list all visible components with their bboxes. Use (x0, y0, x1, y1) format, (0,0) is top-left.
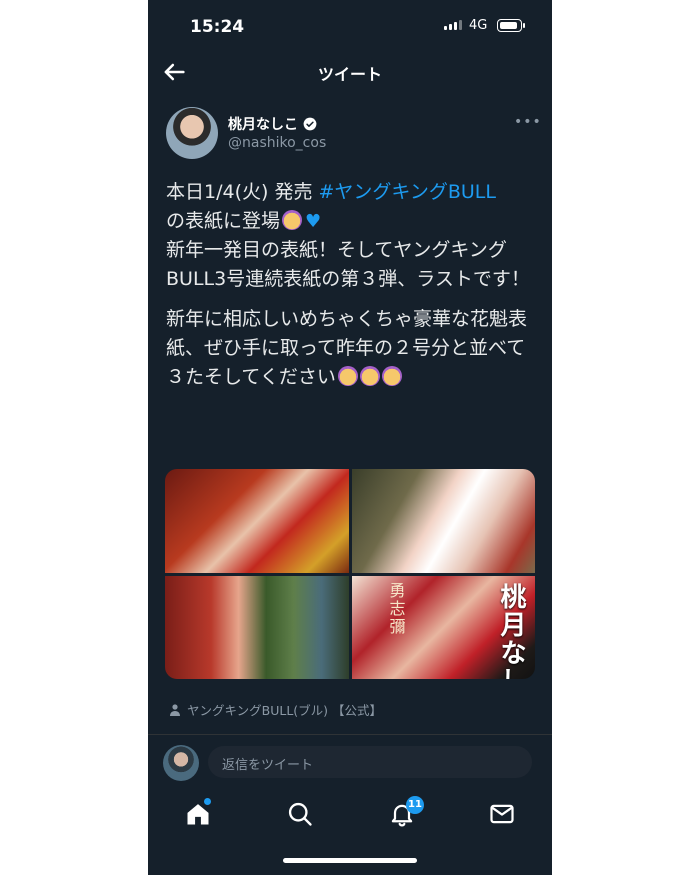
cover-side-text: 勇志彌 (389, 580, 406, 636)
author-name[interactable]: 桃月なしこ (228, 114, 298, 134)
media-source[interactable]: ヤングキングBULL(ブル) 【公式】 (170, 700, 382, 719)
mail-icon[interactable] (488, 800, 516, 828)
reply-placeholder: 返信をツイート (222, 758, 314, 773)
verified-icon (303, 117, 317, 131)
tweet-paragraph-2: 新年に相応しいめちゃくちゃ豪華な花魁表紙、ぜひ手に取って昨年の２号分と並べて３た… (166, 305, 536, 392)
search-icon[interactable] (286, 800, 314, 828)
status-time: 15:24 (190, 17, 245, 37)
home-new-dot (204, 798, 211, 805)
tweet-text-cover: の表紙に登場 (166, 210, 281, 232)
raising-hand-emoji-icon (282, 210, 303, 230)
more-options-icon[interactable]: ••• (514, 114, 542, 130)
bottom-tab-bar: 11 (148, 790, 552, 840)
princess-emoji-icon (381, 366, 402, 386)
divider (148, 734, 552, 735)
phone-screen: 15:24 4G ツイート 桃月なしこ @nashiko_cos ••• 本日1… (148, 0, 552, 875)
author-avatar[interactable] (166, 107, 218, 159)
home-indicator[interactable] (283, 858, 417, 863)
media-photo-3[interactable] (165, 575, 349, 679)
media-photo-1[interactable] (165, 469, 349, 573)
media-photo-4[interactable]: 勇志彌 桃月なし (351, 575, 535, 680)
battery-icon (497, 19, 525, 32)
tweet-text-body: 新年一発目の表紙！そしてヤングキングBULL3号連続表紙の第３弾、ラストです！ (166, 239, 530, 290)
header: ツイート (148, 52, 552, 92)
tweet-text: 本日1/4(火) 発売 #ヤングキングBULL の表紙に登場 ♥ 新年一発目の表紙… (166, 178, 536, 403)
media-source-label[interactable]: ヤングキングBULL(ブル) 【公式】 (187, 700, 382, 719)
reply-input[interactable]: 返信をツイート (208, 746, 532, 778)
princess-emoji-icon (359, 366, 380, 386)
tweet-text-intro: 本日1/4(火) 発売 (166, 181, 319, 203)
media-photo-2[interactable] (351, 469, 535, 573)
status-bar: 15:24 4G (148, 0, 552, 52)
hashtag-link[interactable]: #ヤングキングBULL (318, 181, 495, 203)
person-icon (170, 703, 180, 716)
my-avatar (163, 745, 199, 781)
blue-heart-emoji-icon: ♥ (305, 211, 322, 232)
notifications-badge: 11 (406, 796, 424, 814)
cover-title: 桃月なし (500, 582, 527, 680)
media-gallery: 勇志彌 桃月なし (165, 469, 535, 679)
author-handle[interactable]: @nashiko_cos (228, 135, 326, 151)
signal-icon (444, 20, 462, 30)
princess-emoji-icon (337, 366, 358, 386)
page-title: ツイート (317, 65, 382, 84)
author-name-row[interactable]: 桃月なしこ (228, 114, 317, 134)
network-label: 4G (469, 18, 488, 33)
tweet-paragraph-1: 本日1/4(火) 発売 #ヤングキングBULL の表紙に登場 ♥ 新年一発目の表紙… (166, 178, 536, 294)
